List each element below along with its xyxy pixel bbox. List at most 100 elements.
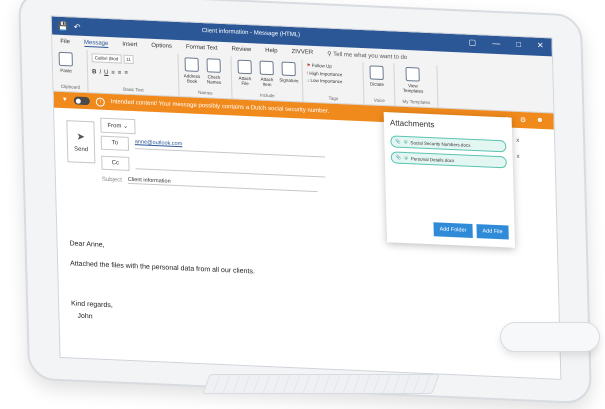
signature-button[interactable]: Signature — [279, 61, 299, 84]
from-row: From ⌄ — [100, 117, 136, 135]
attachment-item[interactable]: 📎 ⛨ Social Security Numbers.docx x — [390, 135, 519, 153]
subject-field[interactable]: Client information — [127, 176, 318, 193]
font-size-select[interactable]: 11 — [123, 54, 134, 65]
italic-icon[interactable]: I — [99, 70, 101, 76]
my-templates-group-label: My Templates — [402, 98, 431, 106]
font-row: Calibri (Bod 11 — [91, 53, 134, 65]
attachment-actions: Add Folder Add File — [433, 222, 509, 240]
save-icon[interactable]: 💾 — [58, 21, 68, 30]
align-left-icon[interactable]: ≡ — [111, 70, 115, 76]
lightbulb-icon: ⚲ — [327, 51, 332, 58]
user-icon[interactable]: ☻ — [536, 117, 544, 125]
to-button[interactable]: To — [100, 135, 130, 151]
align-right-icon[interactable]: ≡ — [124, 71, 128, 77]
bold-icon[interactable]: B — [92, 69, 96, 75]
voice-group: Dictate Voice — [363, 62, 396, 106]
undo-icon[interactable]: ↶ — [74, 22, 81, 31]
signature-icon — [281, 61, 296, 77]
tab-file[interactable]: File — [60, 39, 70, 45]
microphone-icon — [369, 65, 384, 81]
low-importance-label: Low Importance — [310, 77, 343, 85]
check-names-icon — [206, 58, 221, 73]
tab-message[interactable]: Message — [83, 39, 109, 48]
high-importance-button[interactable]: ! High Importance — [307, 71, 343, 78]
settings-icon[interactable]: ⚙ — [520, 116, 526, 124]
font-name-select[interactable]: Calibri (Bod — [91, 53, 122, 64]
scene: 💾 ↶ Client information - Message (HTML) … — [0, 0, 605, 409]
attach-file-button[interactable]: Attach File — [235, 59, 254, 87]
body-closing: Kind regards, — [71, 300, 113, 310]
minimize-button[interactable]: — — [492, 39, 500, 48]
low-importance-button[interactable]: ↓ Low Importance — [307, 78, 343, 85]
names-group: Address Book Check Names Names — [178, 54, 233, 99]
basic-text-group-label: Basic Text — [123, 86, 144, 93]
from-button[interactable]: From ⌄ — [100, 117, 136, 135]
paperclip-icon — [237, 59, 252, 75]
address-book-label: Address Book — [183, 73, 201, 84]
attach-file-label: Attach File — [238, 75, 252, 87]
close-button[interactable]: ✕ — [537, 41, 544, 50]
tags-group-label: Tags — [328, 95, 339, 102]
underline-icon[interactable]: U — [104, 70, 108, 76]
format-row: B I U ≡ ≡ ≡ — [92, 69, 128, 77]
dictate-button[interactable]: Dictate — [367, 65, 386, 87]
templates-icon — [405, 66, 420, 82]
remove-attachment-icon[interactable]: x — [517, 154, 520, 160]
tab-help[interactable]: Help — [265, 48, 277, 55]
protection-toggle[interactable] — [73, 96, 90, 106]
tab-options[interactable]: Options — [151, 43, 172, 50]
ribbon-display-icon[interactable]: ▢ — [468, 38, 476, 47]
shield-icon: ⛨ — [404, 155, 408, 161]
clipboard-group: Paste Clipboard — [52, 48, 89, 93]
mouse — [500, 322, 600, 352]
shield-icon: ⛨ — [403, 139, 408, 145]
cc-field[interactable] — [135, 159, 326, 178]
tell-me-search[interactable]: ⚲ Tell me what you want to do — [327, 50, 407, 61]
attach-item-label: Attach Item — [260, 76, 274, 88]
paperclip-icon: 📎 — [395, 154, 402, 160]
dictate-label: Dictate — [369, 81, 384, 88]
from-label: From — [107, 122, 122, 130]
tab-insert[interactable]: Insert — [122, 42, 137, 49]
follow-up-button[interactable]: ⚑ Follow Up — [306, 63, 342, 71]
address-book-button[interactable]: Address Book — [183, 57, 202, 84]
basic-text-group: Calibri (Bod 11 B I U ≡ ≡ ≡ Basic Text — [87, 50, 180, 97]
outlook-window: 💾 ↶ Client information - Message (HTML) … — [50, 15, 562, 380]
align-center-icon[interactable]: ≡ — [118, 70, 122, 76]
high-importance-label: High Importance — [309, 70, 343, 78]
maximize-button[interactable]: □ — [516, 40, 521, 49]
attachment-item[interactable]: 📎 ⛨ Personal Details.docx x — [390, 151, 520, 169]
add-file-button[interactable]: Add File — [476, 224, 509, 240]
view-templates-label: View Templates — [402, 83, 424, 94]
signature-label: Signature — [279, 77, 299, 84]
to-row: To anne@outlook.com — [100, 135, 325, 160]
flag-icon: ⚑ — [306, 62, 311, 68]
tab-format-text[interactable]: Format Text — [186, 44, 218, 51]
info-icon: i — [95, 96, 105, 107]
cc-button[interactable]: Cc — [101, 155, 130, 171]
clipboard-group-label: Clipboard — [60, 83, 81, 90]
tab-zivver[interactable]: ZIVVER — [291, 49, 313, 56]
tags-list: ⚑ Follow Up ! High Importance ↓ Low Impo… — [306, 63, 342, 85]
subject-label: Subject — [101, 176, 122, 184]
keyboard — [202, 374, 440, 394]
body-greeting: Dear Anne, — [69, 240, 105, 249]
window-title: Client information - Message (HTML) — [201, 28, 301, 39]
paste-label: Paste — [60, 67, 72, 74]
tab-review[interactable]: Review — [231, 46, 251, 53]
add-folder-button[interactable]: Add Folder — [433, 222, 473, 238]
follow-up-label: Follow Up — [311, 62, 332, 69]
send-label: Send — [73, 146, 89, 153]
remove-attachment-icon[interactable]: x — [516, 138, 519, 144]
send-icon: ➤ — [76, 131, 86, 143]
down-arrow-icon: ↓ — [306, 77, 310, 83]
window-controls: ▢ — □ ✕ — [468, 38, 543, 50]
paste-button[interactable]: Paste — [57, 51, 76, 74]
view-templates-button[interactable]: View Templates — [398, 66, 427, 94]
to-field[interactable]: anne@outlook.com — [134, 139, 325, 158]
send-button[interactable]: ➤ Send — [66, 120, 96, 164]
body-signature: John — [77, 312, 93, 321]
attach-item-button[interactable]: Attach Item — [257, 60, 276, 87]
check-names-button[interactable]: Check Names — [205, 58, 224, 85]
attachment-name: Personal Details.docx — [410, 155, 455, 163]
